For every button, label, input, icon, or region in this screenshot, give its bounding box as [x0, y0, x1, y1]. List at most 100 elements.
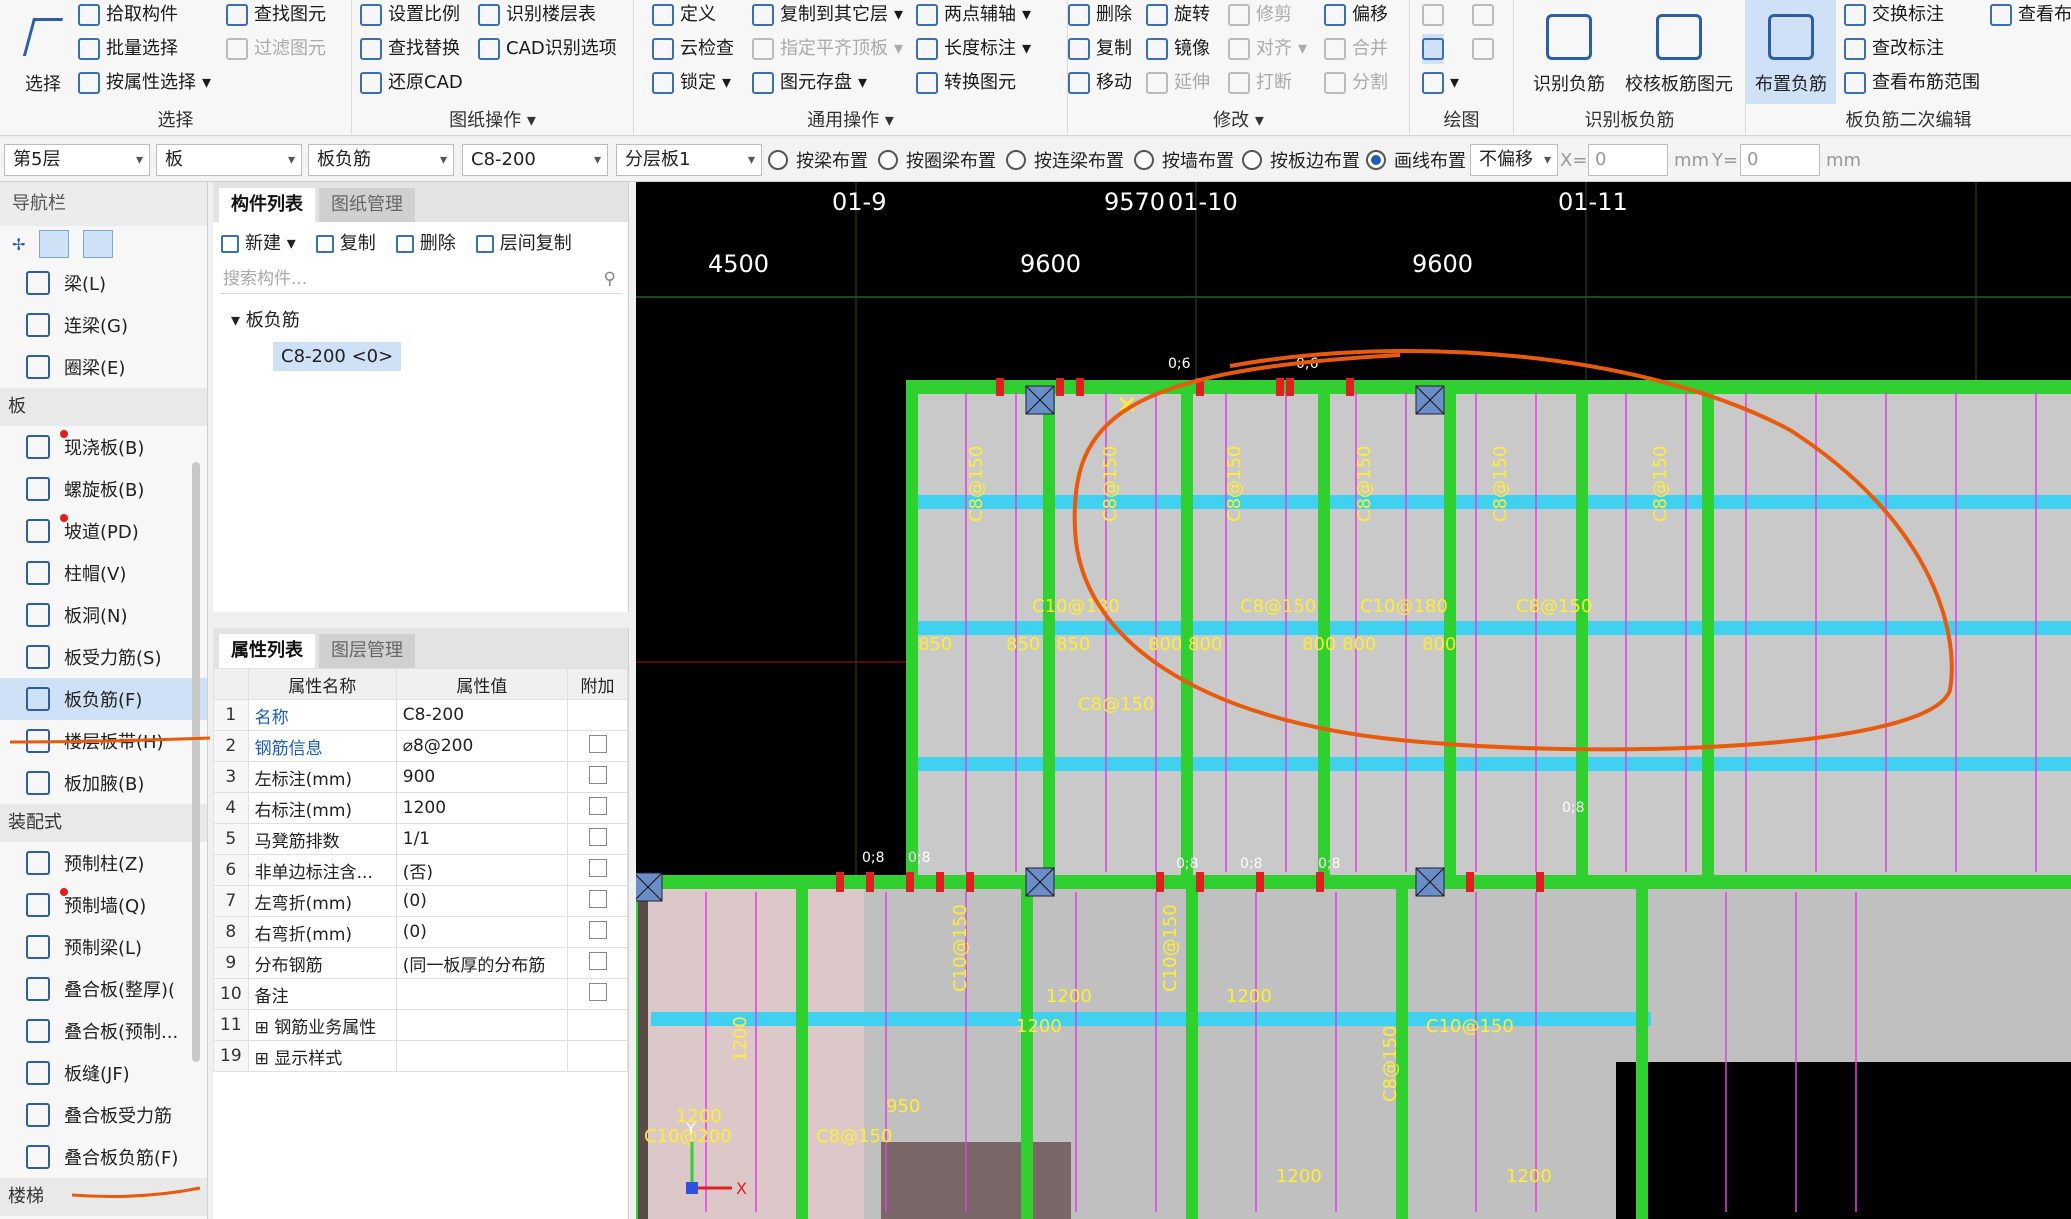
- view-range-button[interactable]: 查看布筋范围: [1844, 68, 1980, 98]
- arc-tool[interactable]: ▾: [1422, 68, 1459, 98]
- split-button[interactable]: 分割: [1324, 68, 1388, 98]
- tab-layer-manage[interactable]: 图层管理: [319, 634, 415, 668]
- nav-item[interactable]: 板缝(JF): [0, 1052, 207, 1094]
- nav-item[interactable]: 螺旋板(B): [0, 468, 207, 510]
- list-view-icon[interactable]: [39, 230, 70, 258]
- property-row[interactable]: 7 左弯折(mm) (0): [213, 885, 628, 917]
- nav-item[interactable]: 预制梁(L): [0, 926, 207, 968]
- align-top-button[interactable]: 指定平齐顶板 ▾: [752, 34, 903, 64]
- filter-button[interactable]: 过滤图元: [226, 34, 326, 64]
- define-button[interactable]: 定义: [652, 0, 716, 30]
- beam[interactable]: [636, 882, 638, 1219]
- x-input[interactable]: 0: [1588, 144, 1668, 176]
- restore-cad-button[interactable]: 还原CAD: [360, 68, 463, 98]
- beam[interactable]: [1181, 380, 1193, 880]
- property-row[interactable]: 10 备注: [213, 978, 628, 1010]
- detail-view-icon[interactable]: [83, 230, 114, 258]
- property-extra[interactable]: [567, 854, 628, 886]
- nav-item[interactable]: 楼层板带(H): [0, 720, 207, 762]
- copy-component-button[interactable]: 复制: [315, 229, 376, 255]
- property-extra[interactable]: [567, 1040, 628, 1072]
- beam[interactable]: [796, 882, 808, 1219]
- nav-item[interactable]: 叠合板负筋(F): [0, 1136, 207, 1178]
- nav-section-board[interactable]: 板: [0, 388, 207, 426]
- beam[interactable]: [1043, 380, 1055, 880]
- beam[interactable]: [906, 380, 918, 880]
- property-row[interactable]: 3 左标注(mm) 900: [213, 761, 628, 793]
- checkbox[interactable]: [588, 796, 607, 815]
- break-button[interactable]: 打断: [1228, 68, 1292, 98]
- beam[interactable]: [1636, 882, 1648, 1219]
- nav-item[interactable]: 叠合板受力筋: [0, 1094, 207, 1136]
- place-rebar-button[interactable]: 布置负筋: [1746, 0, 1836, 104]
- property-row[interactable]: 19 ⊞ 显示样式: [213, 1040, 628, 1072]
- length-dim-button[interactable]: 长度标注 ▾: [916, 34, 1031, 64]
- property-row[interactable]: 8 右弯折(mm) (0): [213, 916, 628, 948]
- property-extra[interactable]: [567, 1009, 628, 1041]
- radio-by-link-beam[interactable]: 按连梁布置: [1006, 147, 1124, 173]
- component-search-input[interactable]: 搜索构件... ⚲: [219, 264, 622, 294]
- checkbox[interactable]: [588, 734, 607, 753]
- property-row[interactable]: 11 ⊞ 钢筋业务属性: [213, 1009, 628, 1041]
- new-button[interactable]: 新建 ▾: [221, 229, 296, 255]
- mirror-button[interactable]: 镜像: [1146, 34, 1210, 64]
- property-value[interactable]: (否): [395, 854, 569, 886]
- pin-icon[interactable]: ✢: [12, 235, 25, 254]
- cloud-check-button[interactable]: 云检查: [652, 34, 734, 64]
- property-extra[interactable]: [567, 978, 628, 1010]
- property-row[interactable]: 6 非单边标注含... (否): [213, 854, 628, 886]
- checkbox[interactable]: [588, 889, 607, 908]
- property-value[interactable]: 900: [395, 761, 569, 793]
- sub-type-select[interactable]: 板负筋: [308, 144, 454, 176]
- beam[interactable]: [1021, 882, 1033, 1219]
- nav-item[interactable]: 板加腋(B): [0, 762, 207, 804]
- copy-other-floor-button[interactable]: 复制到其它层 ▾: [752, 0, 903, 30]
- property-value[interactable]: [395, 978, 569, 1010]
- extend-button[interactable]: 延伸: [1146, 68, 1210, 98]
- floor-select[interactable]: 第5层: [4, 144, 150, 176]
- property-value[interactable]: (同一板厚的分布筋: [395, 947, 569, 979]
- rect-tool[interactable]: [1472, 34, 1494, 64]
- nav-item[interactable]: 板负筋(F): [0, 678, 207, 720]
- nav-item[interactable]: 坡道(PD): [0, 510, 207, 552]
- property-extra[interactable]: [567, 792, 628, 824]
- property-row[interactable]: 9 分布钢筋 (同一板厚的分布筋: [213, 947, 628, 979]
- change-label-button[interactable]: 查改标注: [1844, 34, 1944, 64]
- trim-button[interactable]: 修剪: [1228, 0, 1292, 30]
- select-button[interactable]: 选择: [8, 0, 78, 104]
- checkbox[interactable]: [588, 920, 607, 939]
- delete-component-button[interactable]: 删除: [395, 229, 456, 255]
- checkbox[interactable]: [588, 982, 607, 1001]
- tree-item-selected[interactable]: C8-200 <0>: [273, 342, 402, 371]
- radio-by-wall[interactable]: 按墙布置: [1134, 147, 1234, 173]
- circle-tool[interactable]: [1472, 0, 1494, 30]
- lock-button[interactable]: 锁定 ▾: [652, 68, 731, 98]
- property-value[interactable]: (0): [395, 916, 569, 948]
- nav-item[interactable]: 板受力筋(S): [0, 636, 207, 678]
- tab-drawing-manage[interactable]: 图纸管理: [319, 188, 415, 222]
- property-extra[interactable]: [567, 823, 628, 855]
- nav-item[interactable]: 圈梁(E): [0, 346, 207, 388]
- y-input[interactable]: 0: [1740, 144, 1820, 176]
- property-extra[interactable]: [567, 730, 628, 762]
- property-row[interactable]: 2 钢筋信息 ⌀8@200: [213, 730, 628, 762]
- convert-button[interactable]: 转换图元: [916, 68, 1016, 98]
- view-more-button[interactable]: 查看布: [1990, 0, 2071, 30]
- set-scale-button[interactable]: 设置比例: [360, 0, 460, 30]
- two-point-axis-button[interactable]: 两点辅轴 ▾: [916, 0, 1031, 30]
- delete-button[interactable]: 删除: [1068, 0, 1132, 30]
- select-by-property-button[interactable]: 按属性选择 ▾: [78, 68, 211, 98]
- offset-button[interactable]: 偏移: [1324, 0, 1388, 30]
- beam[interactable]: [1702, 380, 1714, 880]
- recognize-rebar-button[interactable]: 识别负筋: [1524, 0, 1614, 104]
- layer-select[interactable]: 分层板1: [616, 144, 762, 176]
- floor-table-button[interactable]: 识别楼层表: [478, 0, 596, 30]
- point-tool[interactable]: [1422, 0, 1444, 30]
- spec-select[interactable]: C8-200: [462, 144, 608, 176]
- property-row[interactable]: 4 右标注(mm) 1200: [213, 792, 628, 824]
- checkbox[interactable]: [588, 951, 607, 970]
- floor-copy-button[interactable]: 层间复制: [475, 229, 572, 255]
- find-button[interactable]: 查找图元: [226, 0, 326, 30]
- property-value[interactable]: ⌀8@200: [395, 730, 569, 762]
- checkbox[interactable]: [588, 858, 607, 877]
